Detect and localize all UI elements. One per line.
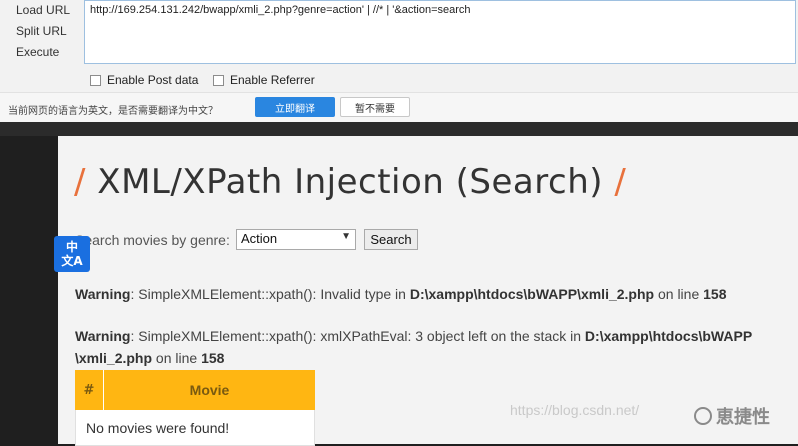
column-header-number: # (75, 370, 104, 410)
enable-post-data-option[interactable]: Enable Post data (90, 73, 198, 87)
execute-button[interactable]: Execute (16, 45, 59, 59)
badge-top-text: 中 (65, 240, 78, 254)
not-now-button[interactable]: 暂不需要 (340, 97, 410, 117)
site-logo: 恵捷性 (694, 400, 778, 432)
warning-path: D:\xampp\htdocs\bWAPP (584, 328, 753, 344)
post-data-label: Enable Post data (107, 73, 199, 87)
title-slash-left: / (74, 162, 86, 202)
warning-message-2: Warning: SimpleXMLElement::xpath(): xmlX… (75, 328, 752, 344)
page-content: / XML/XPath Injection (Search) / Search … (58, 136, 798, 446)
separator-strip (0, 122, 798, 136)
logo-text: 恵捷性 (716, 407, 770, 428)
enable-referrer-option[interactable]: Enable Referrer (213, 73, 315, 87)
warning-label: Warning (75, 286, 131, 302)
warning-message-1: Warning: SimpleXMLElement::xpath(): Inva… (75, 286, 727, 302)
movies-table: # Movie No movies were found! (75, 370, 315, 446)
hackbar-actions: Load URL Split URL Execute (0, 0, 84, 64)
badge-bottom-text: 文A (61, 254, 83, 268)
watermark-url: https://blog.csdn.net/ (510, 402, 640, 418)
url-textarea[interactable]: http://169.254.131.242/bwapp/xmli_2.php?… (84, 0, 796, 64)
search-label: Search movies by genre: (75, 232, 230, 248)
chevron-down-icon: ▼ (341, 231, 351, 242)
warning-message-2-cont: \xmli_2.php on line 158 (75, 350, 224, 366)
search-button[interactable]: Search (364, 229, 418, 250)
warning-on-line: on line (654, 286, 704, 302)
warning-text: : SimpleXMLElement::xpath(): xmlXPathEva… (130, 328, 585, 344)
split-url-button[interactable]: Split URL (16, 24, 67, 38)
load-url-button[interactable]: Load URL (16, 3, 70, 17)
genre-select[interactable]: Action ▼ (236, 229, 356, 250)
warning-path: D:\xampp\htdocs\bWAPP\xmli_2.php (409, 286, 655, 302)
title-slash-right: / (614, 162, 627, 202)
column-header-movie: Movie (189, 382, 230, 398)
page-title: / XML/XPath Injection (Search) / (74, 162, 626, 202)
translate-now-button[interactable]: 立即翻译 (255, 97, 335, 117)
translate-prompt: 当前网页的语言为英文，是否需要翻译为中文？ (8, 106, 218, 117)
referrer-checkbox[interactable] (213, 74, 224, 86)
warning-line-number: 158 (703, 286, 727, 302)
warning-line-number: 158 (201, 350, 225, 366)
warning-on-line: on line (152, 350, 202, 366)
table-header: # Movie (75, 370, 315, 410)
warning-label: Warning (75, 328, 131, 344)
title-text: XML/XPath Injection (Search) (97, 162, 604, 202)
translate-badge-icon[interactable]: 中 文A (54, 236, 90, 272)
post-data-checkbox[interactable] (90, 74, 101, 86)
translate-bar: 当前网页的语言为英文，是否需要翻译为中文？ 立即翻译 暂不需要 (0, 92, 798, 123)
hackbar: Load URL Split URL Execute http://169.25… (0, 0, 798, 92)
warning-path: \xmli_2.php (75, 350, 153, 366)
table-row: No movies were found! (75, 410, 315, 446)
warning-text: : SimpleXMLElement::xpath(): Invalid typ… (130, 286, 410, 302)
genre-selected-value: Action (241, 231, 278, 246)
logo-circle-icon (694, 407, 712, 425)
referrer-label: Enable Referrer (230, 73, 315, 87)
